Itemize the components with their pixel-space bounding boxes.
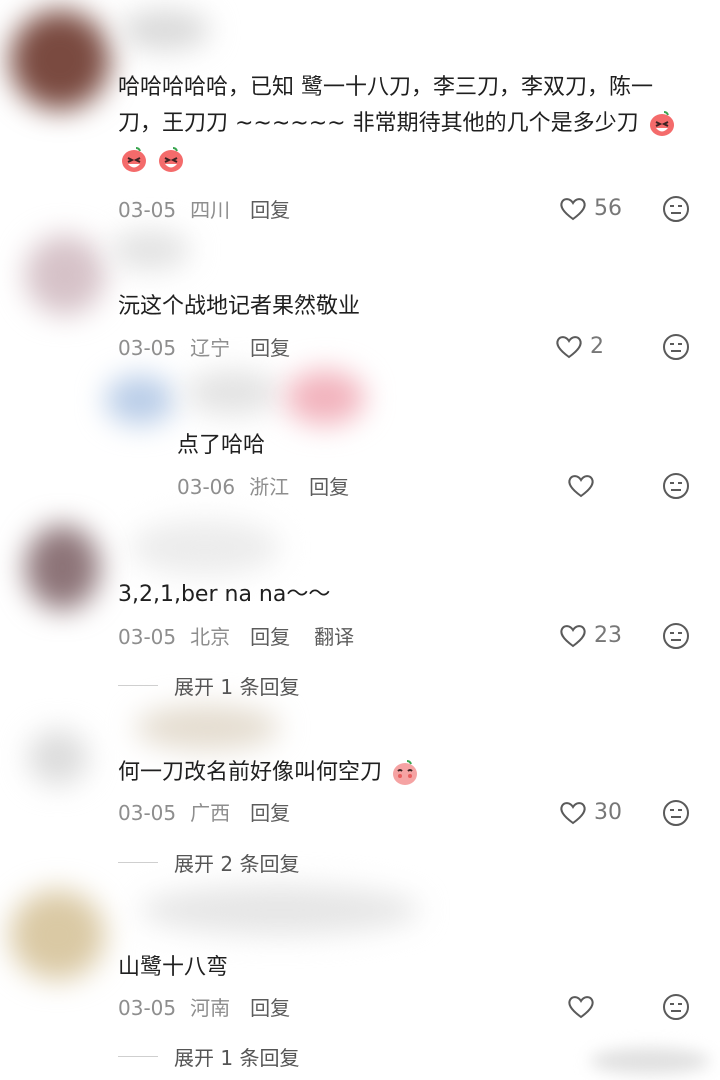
expand-replies-button[interactable]: 展开 2 条回复 (118, 848, 299, 877)
laughing-face-icon (120, 146, 148, 174)
comment-meta: 03-06 浙江 回复 (177, 471, 363, 500)
dislike-face-icon[interactable] (662, 472, 690, 500)
username-blurred[interactable] (120, 10, 210, 50)
comment-date: 03-05 (118, 801, 177, 825)
dislike-face-icon[interactable] (662, 993, 690, 1021)
expand-replies-label: 展开 2 条回复 (174, 852, 300, 876)
dislike-face-icon[interactable] (662, 195, 690, 223)
comment-text: 3,2,1,ber na na～～ (118, 582, 331, 607)
laughing-face-icon (157, 146, 185, 174)
translate-button[interactable]: 翻译 (314, 625, 354, 649)
avatar[interactable] (10, 890, 105, 980)
heart-icon (568, 475, 594, 498)
like-button[interactable]: 2 (554, 331, 622, 361)
heart-icon (556, 336, 582, 359)
avatar[interactable] (28, 730, 88, 785)
avatar[interactable] (10, 10, 110, 110)
comment-region: 河南 (190, 996, 231, 1020)
comment-date: 03-05 (118, 198, 177, 222)
dislike-face-icon[interactable] (662, 333, 690, 361)
laughing-face-icon (648, 110, 676, 138)
divider (118, 685, 158, 686)
like-button[interactable] (566, 470, 602, 500)
comment-text: 何一刀改名前好像叫何空刀 (118, 755, 678, 791)
comment-region: 广西 (190, 801, 231, 825)
comment-meta: 03-05 辽宁 回复 (118, 332, 304, 361)
comment-text: 沅这个战地记者果然敬业 (118, 294, 361, 319)
comment-text: 哈哈哈哈哈，已知 鹭一十八刀，李三刀，李双刀，陈一刀，王刀刀 ~~~~~~ 非常… (118, 70, 678, 178)
comment-meta: 03-05 河南 回复 (118, 992, 304, 1021)
like-button[interactable] (566, 991, 602, 1021)
like-count: 2 (590, 333, 604, 359)
comment-region: 北京 (190, 625, 231, 649)
reply-button[interactable]: 回复 (250, 996, 290, 1020)
reply-button[interactable]: 回复 (250, 625, 290, 649)
like-button[interactable]: 56 (558, 193, 622, 223)
expand-replies-label: 展开 1 条回复 (174, 1046, 300, 1070)
divider (118, 1056, 158, 1057)
like-count: 23 (594, 622, 622, 648)
username-blurred[interactable] (135, 705, 280, 750)
heart-icon (560, 802, 586, 825)
expand-replies-label: 展开 1 条回复 (174, 675, 300, 699)
blushing-face-icon (391, 759, 419, 787)
comment-region: 辽宁 (190, 336, 231, 360)
reply-button[interactable]: 回复 (309, 475, 349, 499)
username-blurred[interactable] (185, 370, 280, 415)
expand-replies-button[interactable]: 展开 1 条回复 (118, 1042, 299, 1071)
username-blurred[interactable] (140, 885, 420, 935)
comment-region: 四川 (190, 198, 231, 222)
dislike-face-icon[interactable] (662, 799, 690, 827)
comment-date: 03-06 (177, 475, 236, 499)
reply-button[interactable]: 回复 (250, 198, 290, 222)
comment-meta: 03-05 北京 回复 翻译 (118, 621, 368, 650)
username-blurred[interactable] (285, 370, 365, 425)
comment-date: 03-05 (118, 625, 177, 649)
comment-date: 03-05 (118, 336, 177, 360)
comment-region: 浙江 (249, 475, 290, 499)
comment-date: 03-05 (118, 996, 177, 1020)
like-button[interactable]: 30 (558, 797, 622, 827)
reply-text: 点了哈哈 (177, 433, 266, 458)
watermark-blurred (590, 1048, 710, 1074)
comment-meta: 03-05 广西 回复 (118, 797, 304, 826)
avatar[interactable] (25, 525, 100, 610)
like-count: 30 (594, 799, 622, 825)
like-button[interactable]: 23 (558, 620, 622, 650)
heart-icon (560, 198, 586, 221)
comment-text: 山鹭十八弯 (118, 955, 229, 980)
heart-icon (568, 996, 594, 1019)
expand-replies-button[interactable]: 展开 1 条回复 (118, 671, 299, 700)
reply-button[interactable]: 回复 (250, 336, 290, 360)
comment-meta: 03-05 四川 回复 (118, 194, 304, 223)
avatar[interactable] (25, 235, 105, 315)
heart-icon (560, 625, 586, 648)
like-count: 56 (594, 195, 622, 221)
reply-button[interactable]: 回复 (250, 801, 290, 825)
dislike-face-icon[interactable] (662, 622, 690, 650)
username-blurred[interactable] (110, 230, 190, 270)
divider (118, 862, 158, 863)
username-blurred[interactable] (130, 520, 280, 575)
avatar[interactable] (105, 375, 175, 425)
